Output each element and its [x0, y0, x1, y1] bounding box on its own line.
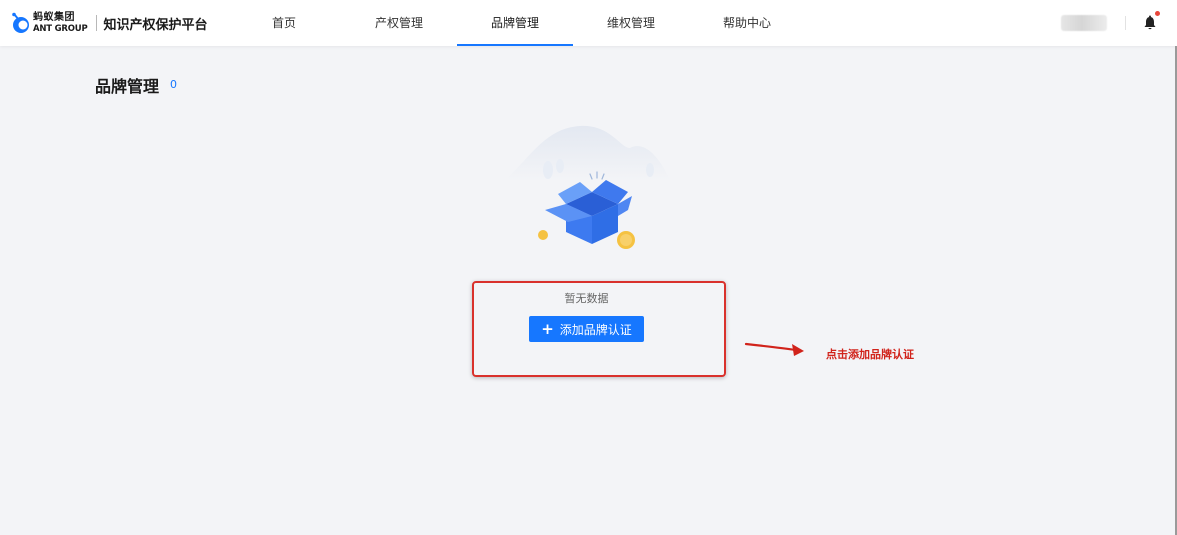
nav-help-center[interactable]: 帮助中心: [718, 0, 776, 46]
page-title: 品牌管理: [95, 77, 160, 96]
brand-wordmark: 蚂蚁集团 ANT GROUP: [33, 11, 88, 34]
nav-rights-management[interactable]: 维权管理: [602, 0, 660, 46]
nav-ip-management[interactable]: 产权管理: [370, 0, 428, 46]
bell-icon[interactable]: [1142, 14, 1158, 32]
empty-box-illustration: [505, 125, 670, 249]
brand-logo[interactable]: 蚂蚁集团 ANT GROUP 知识产权保护平台: [10, 10, 208, 36]
brand-divider: [95, 15, 97, 31]
annotation-arrow-icon: [744, 342, 804, 356]
top-navigation-bar: 蚂蚁集团 ANT GROUP 知识产权保护平台 首页 产权管理 品牌管理 维权管…: [0, 0, 1177, 46]
nav-brand-management-label: 品牌管理: [490, 16, 539, 30]
brand-count-badge: 0: [170, 78, 177, 91]
brand-name-cn: 蚂蚁集团: [33, 11, 75, 23]
user-account-blurred[interactable]: [1061, 15, 1107, 31]
annotation-highlight-box: [472, 281, 726, 377]
header-divider: [1125, 16, 1126, 30]
ant-logo-icon: [12, 12, 29, 33]
nav-home[interactable]: 首页: [258, 0, 310, 46]
brand-name-en: ANT GROUP: [33, 23, 88, 34]
annotation-text: 点击添加品牌认证: [826, 348, 914, 361]
nav-brand-management[interactable]: 品牌管理: [457, 0, 573, 46]
notification-dot: [1155, 11, 1160, 16]
active-tab-indicator: [457, 44, 573, 46]
platform-name: 知识产权保护平台: [103, 17, 208, 33]
